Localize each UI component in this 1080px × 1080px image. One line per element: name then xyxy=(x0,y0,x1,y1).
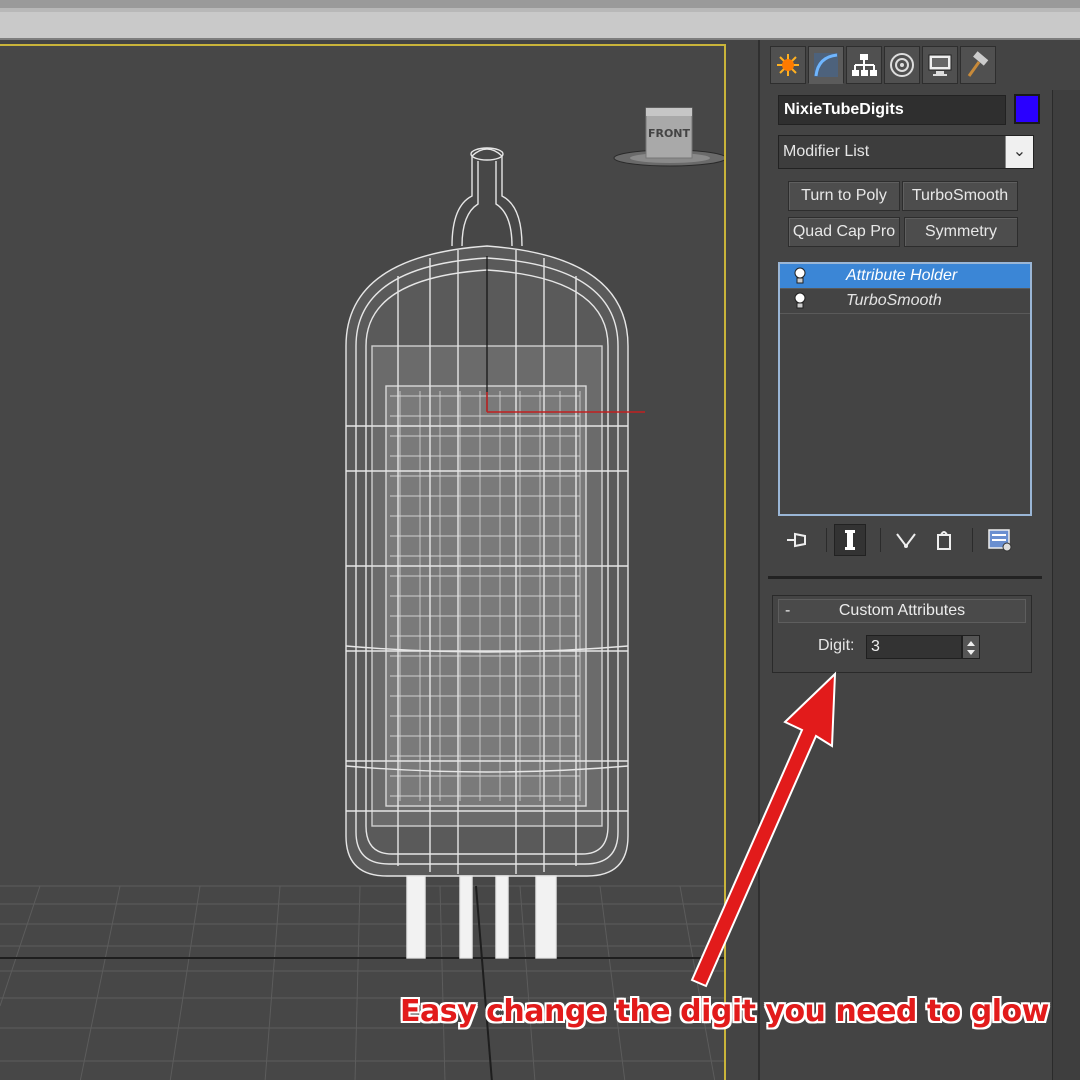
digit-spinner-arrows[interactable] xyxy=(962,635,980,659)
command-panel-tabs xyxy=(770,46,996,84)
remove-modifier-icon[interactable] xyxy=(928,524,960,556)
display-icon xyxy=(928,54,952,76)
motion-icon xyxy=(890,53,914,77)
modifier-stack[interactable]: Attribute Holder TurboSmooth xyxy=(778,262,1032,516)
hammer-icon xyxy=(967,51,989,77)
modifier-list-label: Modifier List xyxy=(783,143,870,160)
digit-label: Digit: xyxy=(818,637,855,654)
modifier-list-dropdown[interactable]: Modifier List ⌄ xyxy=(778,135,1034,169)
configure-modifier-sets-icon[interactable] xyxy=(984,524,1016,556)
tab-hierarchy[interactable] xyxy=(846,46,882,84)
collapse-toggle[interactable]: - xyxy=(785,600,790,622)
stack-item-turbosmooth[interactable]: TurboSmooth xyxy=(780,289,1030,314)
viewport-grid xyxy=(0,885,724,1080)
symmetry-button[interactable]: Symmetry xyxy=(904,217,1018,247)
rollout-header[interactable]: - Custom Attributes xyxy=(778,599,1026,623)
quad-cap-pro-button[interactable]: Quad Cap Pro xyxy=(788,217,900,247)
stack-item-attribute-holder[interactable]: Attribute Holder xyxy=(780,264,1030,289)
viewport-canvas: FRONT xyxy=(0,107,724,1080)
tab-utilities[interactable] xyxy=(960,46,996,84)
annotation-caption: Easy change the digit you need to glow xyxy=(400,994,1049,1029)
hierarchy-icon xyxy=(852,54,877,76)
front-viewport[interactable]: FRONT xyxy=(0,44,726,1080)
turn-to-poly-button[interactable]: Turn to Poly xyxy=(788,181,900,211)
make-unique-icon[interactable] xyxy=(890,524,922,556)
tab-create[interactable] xyxy=(770,46,806,84)
object-name-field[interactable]: NixieTubeDigits xyxy=(778,95,1006,125)
lightbulb-icon[interactable] xyxy=(792,267,808,285)
show-end-result-icon[interactable] xyxy=(834,524,866,556)
tab-display[interactable] xyxy=(922,46,958,84)
digit-spinner-input[interactable]: 3 xyxy=(866,635,962,659)
title-bar-strip xyxy=(0,0,1080,40)
stack-item-label: TurboSmooth xyxy=(846,292,942,309)
sun-burst-icon xyxy=(777,54,799,76)
stack-item-label: Attribute Holder xyxy=(846,267,958,284)
stack-toolbar xyxy=(778,524,1032,558)
viewcube-label: FRONT xyxy=(648,127,691,140)
viewcube: FRONT xyxy=(613,107,724,167)
tab-motion[interactable] xyxy=(884,46,920,84)
tab-modify[interactable] xyxy=(808,46,844,84)
chevron-down-icon[interactable]: ⌄ xyxy=(1005,136,1033,168)
lightbulb-icon[interactable] xyxy=(792,292,808,310)
panel-divider xyxy=(768,576,1042,579)
rollout-title: Custom Attributes xyxy=(838,602,966,619)
pin-stack-icon[interactable] xyxy=(782,524,814,556)
panel-scrollbar[interactable] xyxy=(1052,90,1080,1080)
curve-icon xyxy=(814,53,838,77)
turbosmooth-button[interactable]: TurboSmooth xyxy=(902,181,1018,211)
annotation-arrow xyxy=(690,671,837,988)
object-color-swatch[interactable] xyxy=(1014,94,1040,124)
